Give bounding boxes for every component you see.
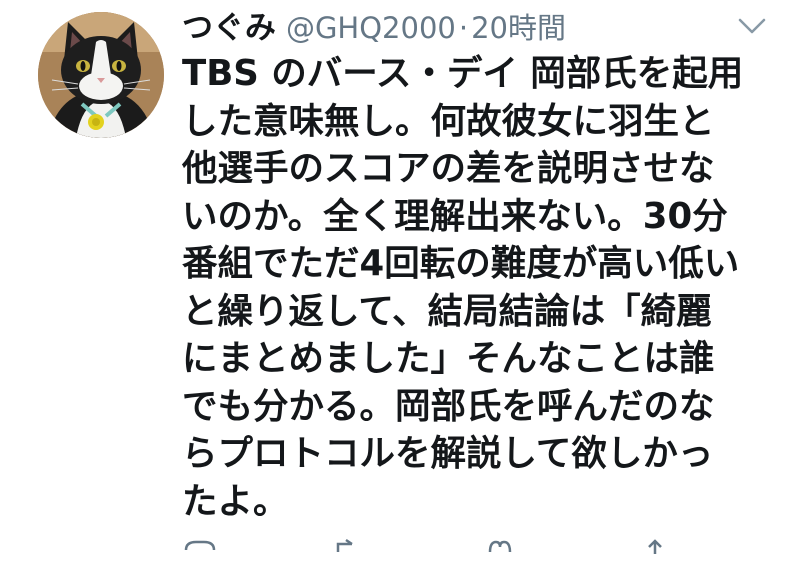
display-name[interactable]: つぐみ bbox=[182, 2, 276, 47]
timestamp[interactable]: 20時間 bbox=[471, 5, 566, 47]
tweet-text-line: たよ。 bbox=[182, 480, 289, 522]
retweet-icon[interactable] bbox=[332, 538, 368, 558]
share-icon[interactable] bbox=[637, 538, 673, 558]
tweet-text-line: いのか。全く理解出来ない。30分 bbox=[182, 195, 728, 237]
tweet-text-line: 他選手のスコアの差を説明させな bbox=[182, 148, 715, 189]
tweet-text-line: でも分かる。岡部氏を呼んだのな bbox=[182, 385, 715, 427]
tweet-text-line: 番組でただ4回転の難度が高い低い bbox=[182, 243, 740, 284]
cat-avatar-icon[interactable] bbox=[38, 12, 164, 138]
tweet-text: TBS のバース・デイ 岡部氏を起用 した意味無し。何故彼女に羽生と 他選手のス… bbox=[182, 50, 774, 525]
tweet-text-line: TBS のバース・デイ 岡部氏を起用 bbox=[182, 53, 744, 94]
tweet-text-line: らプロトコルを解説して欲しかっ bbox=[182, 433, 714, 474]
reply-icon[interactable] bbox=[182, 538, 218, 558]
tweet-header: つぐみ @GHQ2000 · 20時間 bbox=[182, 2, 566, 46]
chevron-down-icon[interactable] bbox=[735, 14, 769, 38]
tweet-text-line: にまとめました」そんなことは誰 bbox=[182, 338, 715, 379]
tweet-text-line: と繰り返して、結局結論は「綺麗 bbox=[182, 290, 712, 332]
separator-dot: · bbox=[458, 11, 469, 45]
like-icon[interactable] bbox=[482, 538, 518, 558]
tweet-actions bbox=[182, 538, 782, 558]
tweet-text-line: した意味無し。何故彼女に羽生と bbox=[182, 100, 715, 142]
user-handle[interactable]: @GHQ2000 bbox=[286, 11, 456, 45]
